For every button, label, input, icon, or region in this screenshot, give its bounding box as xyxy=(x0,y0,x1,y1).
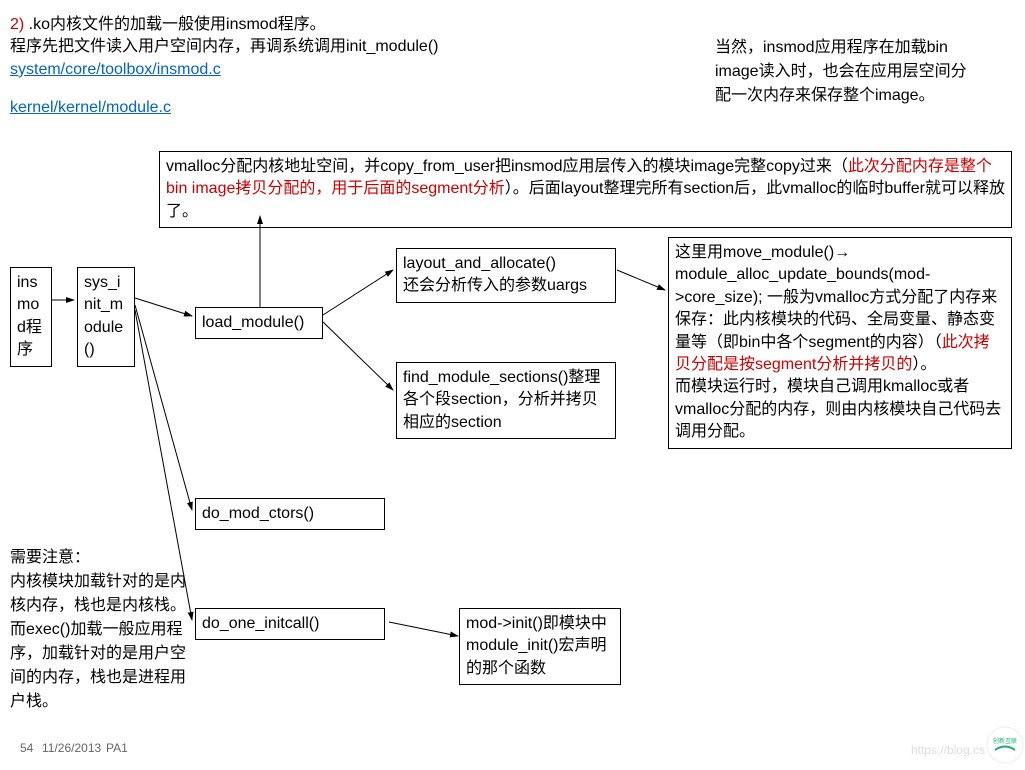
bottom-note-l1: 需要注意： xyxy=(10,546,190,570)
node-find-module-sections: find_module_sections()整理各个段section，分析并拷贝… xyxy=(396,362,616,439)
header-block: 2) .ko内核文件的加载一般使用insmod程序。 程序先把文件读入用户空间内… xyxy=(10,14,530,120)
node-layout-and-allocate: layout_and_allocate() 还会分析传入的参数uargs xyxy=(396,248,616,303)
bottom-note: 需要注意： 内核模块加载针对的是内核内存，栈也是内核栈。 而exec()加载一般… xyxy=(10,546,190,714)
bottom-note-l2: 内核模块加载针对的是内核内存，栈也是内核栈。 xyxy=(10,570,190,618)
node-do-one-initcall: do_one_initcall() xyxy=(195,608,385,640)
logo-icon: 创新互联 xyxy=(985,725,1025,765)
mm-text-a: 这里用move_module() xyxy=(675,244,834,261)
link-module-c[interactable]: kernel/kernel/module.c xyxy=(10,99,171,116)
header-line2: 程序先把文件读入用户空间内存，再调系统调用init_module() xyxy=(10,36,530,58)
node-sys-init-module: sys_init_module() xyxy=(77,267,135,367)
footer-date: 11/26/2013 xyxy=(42,741,101,755)
link-insmod-c[interactable]: system/core/toolbox/insmod.c xyxy=(10,61,221,78)
bottom-note-l3: 而exec()加载一般应用程序，加载针对的是用户空间的内存，栈也是进程用户栈。 xyxy=(10,618,190,714)
vmalloc-box: vmalloc分配内核地址空间，并copy_from_user把insmod应用… xyxy=(159,151,1012,228)
mm-text-c: ）。 xyxy=(912,356,936,373)
node-insmod: insmod程序 xyxy=(10,267,52,367)
watermark-text: https://blog.cs xyxy=(911,743,985,757)
node-mod-init: mod->init()即模块中module_init()宏声明的那个函数 xyxy=(459,608,621,685)
header-line1: 2) .ko内核文件的加载一般使用insmod程序。 xyxy=(10,14,530,36)
header-bullet: 2) xyxy=(10,16,24,33)
footer-code: PA1 xyxy=(106,741,128,755)
svg-text:创新互联: 创新互联 xyxy=(993,737,1017,745)
node-do-mod-ctors: do_mod_ctors() xyxy=(195,498,385,530)
vmalloc-text-a: vmalloc分配内核地址空间，并copy_from_user把insmod应用… xyxy=(166,158,848,175)
header-line1-rest: .ko内核文件的加载一般使用insmod程序。 xyxy=(24,16,325,33)
mm-text-l2: 而模块运行时，模块自己调用kmalloc或者vmalloc分配的内存，则由内核模… xyxy=(675,376,1005,443)
arrow-right-icon: → xyxy=(834,244,850,261)
node-load-module: load_module() xyxy=(195,307,323,339)
move-module-box: 这里用move_module()→ module_alloc_update_bo… xyxy=(668,237,1012,449)
footer-page: 54 xyxy=(20,741,33,755)
side-note: 当然，insmod应用程序在加载bin image读入时，也会在应用层空间分配一… xyxy=(715,36,975,108)
